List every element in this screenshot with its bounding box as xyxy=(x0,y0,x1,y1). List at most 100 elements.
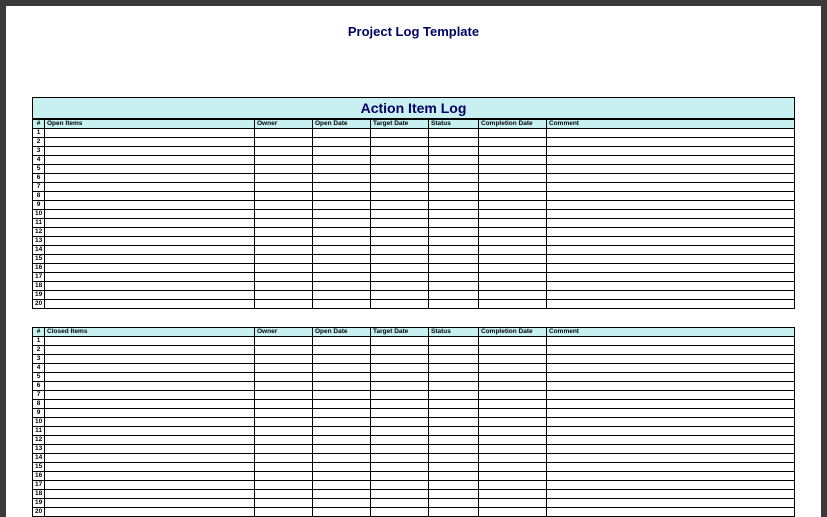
table-row: 19 xyxy=(33,499,795,508)
cell xyxy=(45,264,255,273)
table-row: 4 xyxy=(33,364,795,373)
cell xyxy=(255,490,313,499)
row-number: 15 xyxy=(33,463,45,472)
cell xyxy=(255,273,313,282)
cell xyxy=(429,499,479,508)
row-number: 15 xyxy=(33,255,45,264)
cell xyxy=(255,346,313,355)
cell xyxy=(313,409,371,418)
cell xyxy=(429,219,479,228)
cell xyxy=(429,427,479,436)
cell xyxy=(313,454,371,463)
cell xyxy=(479,165,547,174)
cell xyxy=(45,400,255,409)
cell xyxy=(45,129,255,138)
cell xyxy=(255,183,313,192)
cell xyxy=(429,165,479,174)
cell xyxy=(255,481,313,490)
row-number: 7 xyxy=(33,391,45,400)
row-number: 2 xyxy=(33,346,45,355)
cell xyxy=(313,391,371,400)
row-number: 19 xyxy=(33,291,45,300)
cell xyxy=(371,490,429,499)
table-row: 3 xyxy=(33,147,795,156)
row-number: 10 xyxy=(33,210,45,219)
document-title: Project Log Template xyxy=(32,24,795,39)
cell xyxy=(313,436,371,445)
cell xyxy=(371,400,429,409)
cell xyxy=(313,165,371,174)
table-row: 18 xyxy=(33,490,795,499)
cell xyxy=(45,255,255,264)
table-row: 16 xyxy=(33,264,795,273)
row-number: 14 xyxy=(33,454,45,463)
cell xyxy=(45,156,255,165)
cell xyxy=(547,463,795,472)
cell xyxy=(547,391,795,400)
cell xyxy=(479,427,547,436)
table-row: 12 xyxy=(33,436,795,445)
cell xyxy=(547,192,795,201)
cell xyxy=(313,400,371,409)
table-row: 7 xyxy=(33,183,795,192)
header-closed-items: Closed Items xyxy=(45,328,255,337)
cell xyxy=(547,255,795,264)
cell xyxy=(313,273,371,282)
cell xyxy=(479,373,547,382)
cell xyxy=(479,382,547,391)
cell xyxy=(429,264,479,273)
cell xyxy=(313,300,371,309)
cell xyxy=(547,237,795,246)
cell xyxy=(429,373,479,382)
cell xyxy=(479,246,547,255)
row-number: 2 xyxy=(33,138,45,147)
cell xyxy=(479,192,547,201)
cell xyxy=(255,382,313,391)
cell xyxy=(479,300,547,309)
table-row: 7 xyxy=(33,391,795,400)
cell xyxy=(547,156,795,165)
header-number: # xyxy=(33,120,45,129)
cell xyxy=(429,246,479,255)
cell xyxy=(429,147,479,156)
cell xyxy=(371,481,429,490)
cell xyxy=(255,418,313,427)
cell xyxy=(255,355,313,364)
cell xyxy=(479,418,547,427)
cell xyxy=(429,255,479,264)
header-status: Status xyxy=(429,120,479,129)
cell xyxy=(313,472,371,481)
cell xyxy=(45,364,255,373)
header-number: # xyxy=(33,328,45,337)
table-row: 6 xyxy=(33,174,795,183)
cell xyxy=(371,373,429,382)
cell xyxy=(547,472,795,481)
header-owner: Owner xyxy=(255,328,313,337)
cell xyxy=(547,418,795,427)
cell xyxy=(479,436,547,445)
cell xyxy=(547,183,795,192)
cell xyxy=(371,138,429,147)
cell xyxy=(255,337,313,346)
cell xyxy=(429,436,479,445)
table-row: 12 xyxy=(33,228,795,237)
cell xyxy=(371,129,429,138)
cell xyxy=(479,228,547,237)
cell xyxy=(313,382,371,391)
cell xyxy=(429,454,479,463)
cell xyxy=(255,174,313,183)
cell xyxy=(547,138,795,147)
cell xyxy=(45,174,255,183)
cell xyxy=(313,264,371,273)
cell xyxy=(45,337,255,346)
cell xyxy=(45,346,255,355)
row-number: 16 xyxy=(33,264,45,273)
cell xyxy=(255,463,313,472)
row-number: 19 xyxy=(33,499,45,508)
section-title-bar: Action Item Log xyxy=(32,97,795,119)
cell xyxy=(313,337,371,346)
cell xyxy=(429,129,479,138)
cell xyxy=(479,237,547,246)
cell xyxy=(429,391,479,400)
cell xyxy=(429,364,479,373)
